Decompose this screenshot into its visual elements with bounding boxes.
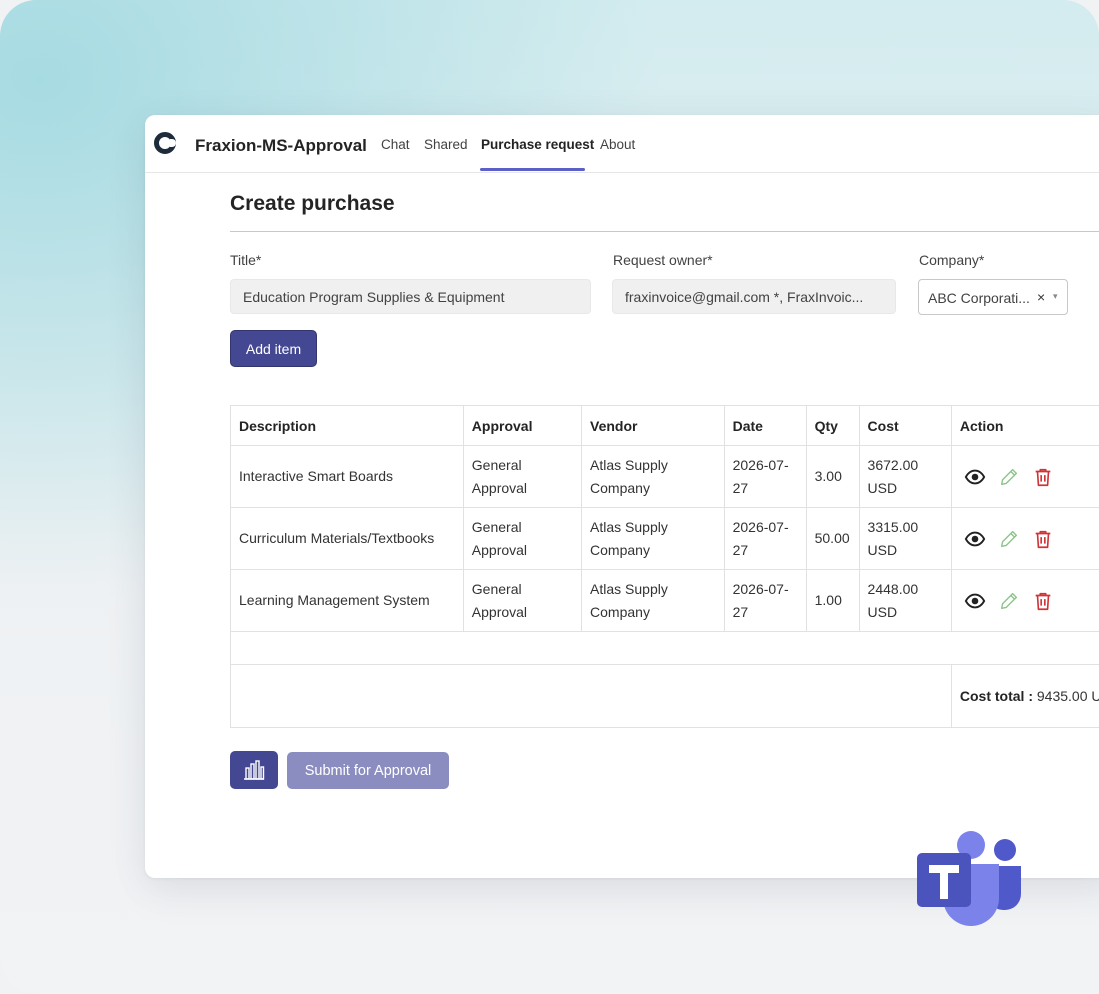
company-select[interactable]: ABC Corporati... × ▾	[918, 279, 1068, 315]
cell-vendor: Atlas Supply Company	[581, 507, 725, 570]
request-owner-field[interactable]: fraxinvoice@gmail.com *, FraxInvoic...	[612, 279, 896, 314]
table-total-row: Cost total : 9435.00 USD	[230, 664, 1099, 728]
tab-about[interactable]: About	[600, 137, 635, 152]
cost-total-cell: Cost total : 9435.00 USD	[950, 664, 1099, 728]
trash-icon[interactable]	[1032, 466, 1054, 488]
table-row: Learning Management System General Appro…	[230, 569, 1099, 632]
cell-approval: General Approval	[462, 507, 583, 570]
items-table: Description Approval Vendor Date Qty Cos…	[230, 405, 1099, 728]
cell-date: 2026-07-27	[723, 569, 807, 632]
title-field[interactable]: Education Program Supplies & Equipment	[230, 279, 591, 314]
header-date: Date	[723, 405, 807, 446]
header-action: Action	[950, 405, 1099, 446]
cell-actions	[950, 445, 1099, 508]
eye-icon[interactable]	[964, 466, 986, 488]
submit-for-approval-button[interactable]: Submit for Approval	[287, 752, 449, 789]
page-title: Create purchase	[230, 192, 395, 215]
title-label: Title*	[230, 252, 262, 268]
cell-description: Learning Management System	[230, 569, 464, 632]
cell-qty: 1.00	[805, 569, 860, 632]
total-empty-cell	[230, 664, 952, 728]
cell-actions	[950, 507, 1099, 570]
cell-actions	[950, 569, 1099, 632]
header-qty: Qty	[805, 405, 860, 446]
app-header: Fraxion-MS-Approval Chat Shared Purchase…	[145, 115, 1099, 173]
eye-icon[interactable]	[964, 590, 986, 612]
cost-total-value: 9435.00 USD	[1036, 687, 1099, 704]
request-owner-label: Request owner*	[613, 252, 713, 268]
cell-qty: 3.00	[805, 445, 860, 508]
table-header-row: Description Approval Vendor Date Qty Cos…	[230, 405, 1099, 446]
spacer-cell	[230, 631, 1099, 665]
eye-icon[interactable]	[964, 528, 986, 550]
cell-date: 2026-07-27	[723, 445, 807, 508]
header-cost: Cost	[858, 405, 952, 446]
app-window: Fraxion-MS-Approval Chat Shared Purchase…	[145, 115, 1099, 878]
company-select-value: ABC Corporati...	[928, 290, 1030, 306]
cell-approval: General Approval	[462, 445, 583, 508]
pencil-icon[interactable]	[998, 528, 1020, 550]
cell-description: Curriculum Materials/Textbooks	[230, 507, 464, 570]
cell-approval: General Approval	[462, 569, 583, 632]
header-approval: Approval	[462, 405, 583, 446]
table-spacer-row	[230, 631, 1099, 665]
active-tab-indicator	[480, 168, 585, 171]
cell-vendor: Atlas Supply Company	[581, 569, 725, 632]
chevron-down-icon[interactable]: ▾	[1053, 291, 1058, 302]
table-row: Interactive Smart Boards General Approva…	[230, 445, 1099, 508]
cell-cost: 3315.00 USD	[858, 507, 952, 570]
tab-purchase-request[interactable]: Purchase request	[481, 137, 594, 152]
cell-qty: 50.00	[805, 507, 860, 570]
pencil-icon[interactable]	[998, 590, 1020, 612]
pencil-icon[interactable]	[998, 466, 1020, 488]
title-divider	[230, 231, 1099, 232]
header-description: Description	[230, 405, 464, 446]
trash-icon[interactable]	[1032, 528, 1054, 550]
chart-button[interactable]	[230, 751, 278, 789]
company-label: Company*	[919, 252, 985, 268]
cell-description: Interactive Smart Boards	[230, 445, 464, 508]
cell-date: 2026-07-27	[723, 507, 807, 570]
app-logo-icon[interactable]	[154, 132, 176, 154]
table-row: Curriculum Materials/Textbooks General A…	[230, 507, 1099, 570]
app-name: Fraxion-MS-Approval	[195, 136, 367, 155]
cell-vendor: Atlas Supply Company	[581, 445, 725, 508]
header-vendor: Vendor	[581, 405, 725, 446]
tab-chat[interactable]: Chat	[381, 137, 410, 152]
cell-cost: 2448.00 USD	[858, 569, 952, 632]
cell-cost: 3672.00 USD	[858, 445, 952, 508]
add-item-button[interactable]: Add item	[230, 330, 317, 367]
clear-icon[interactable]: ×	[1037, 289, 1045, 305]
trash-icon[interactable]	[1032, 590, 1054, 612]
bar-chart-icon	[244, 760, 265, 780]
tab-shared[interactable]: Shared	[424, 137, 468, 152]
teams-logo-icon	[917, 831, 1021, 926]
cost-total-label: Cost total :	[959, 687, 1033, 704]
